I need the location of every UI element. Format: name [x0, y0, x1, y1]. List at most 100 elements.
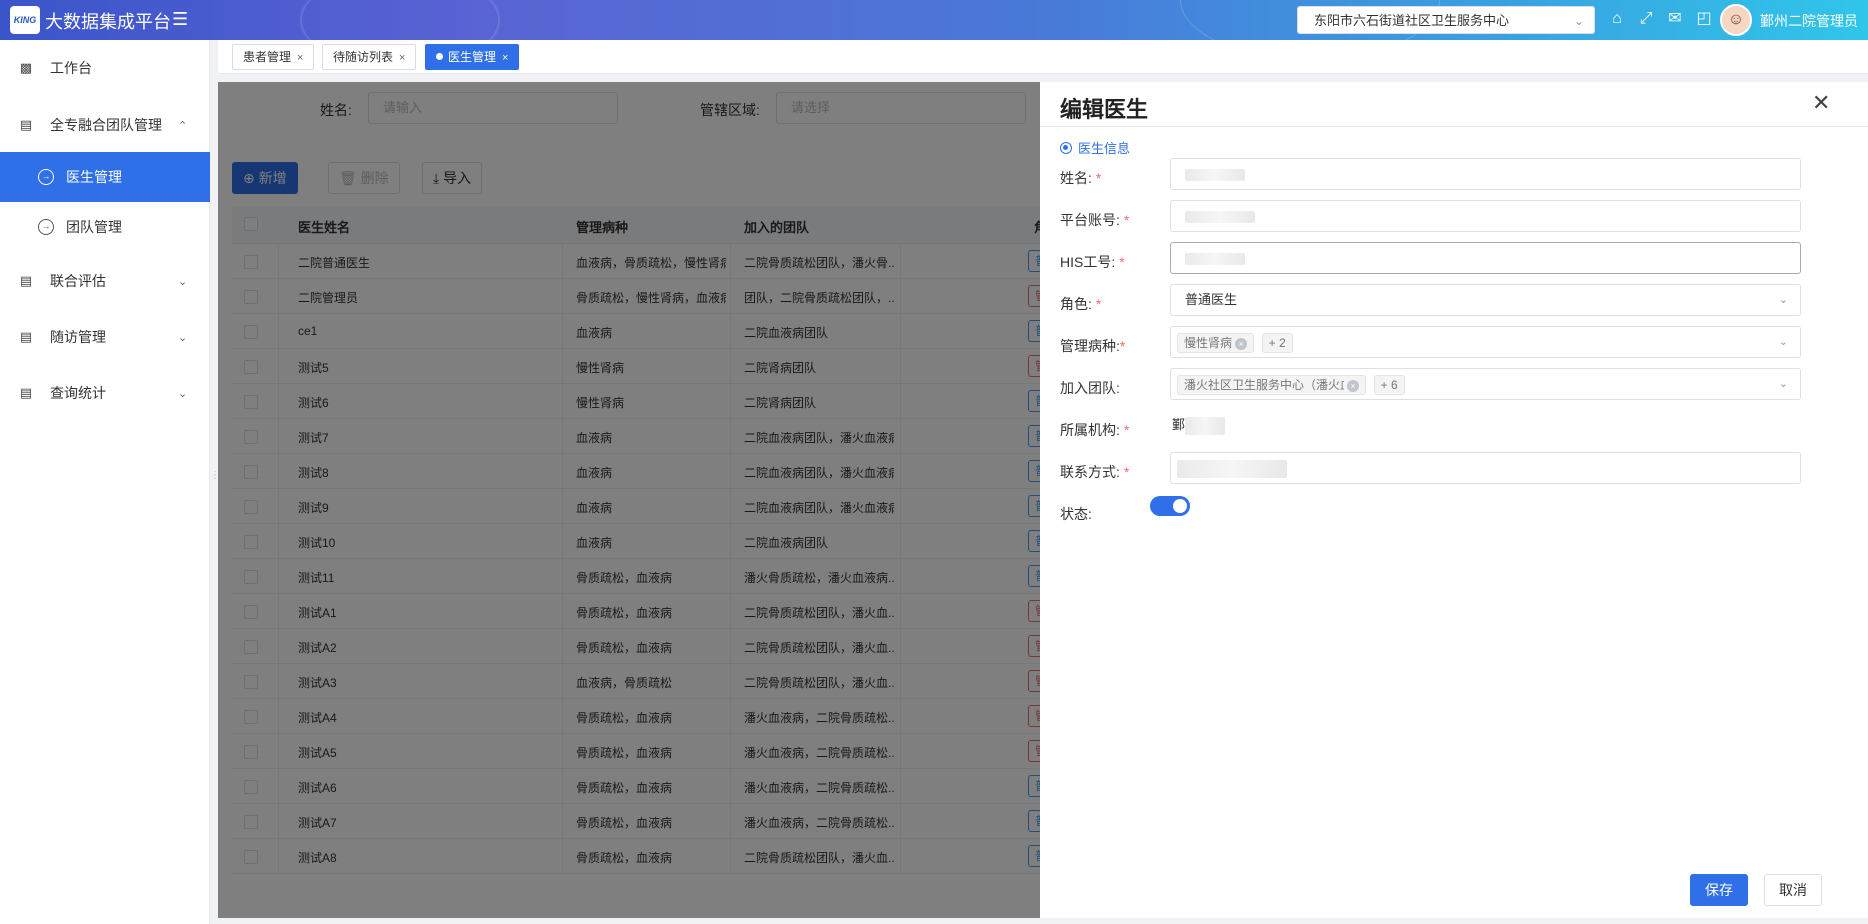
tab-label: 医生管理: [448, 50, 497, 64]
sidebar-item-label: 团队管理: [66, 219, 122, 235]
sidebar-resize-handle[interactable]: ⋮: [210, 470, 220, 494]
org-label-text: 所属机构:: [1060, 422, 1120, 438]
sidebar-item-label: 工作台: [50, 60, 92, 76]
org-label: 所属机构: *: [1060, 422, 1130, 438]
sidebar-item-workbench[interactable]: ▩ 工作台: [0, 43, 210, 93]
his-field[interactable]: [1170, 242, 1801, 274]
account-label-text: 平台账号:: [1060, 212, 1120, 228]
team-multiselect[interactable]: 潘火社区卫生服务中心（潘火血液病）× + 6 ⌄: [1170, 368, 1801, 400]
top-header: KING 大数据集成平台 ☰ 东阳市六石街道社区卫生服务中心 ⌄ ⌂ ⤢ ✉ ◰…: [0, 0, 1868, 40]
role-select[interactable]: 普通医生 ⌄: [1170, 284, 1801, 316]
tab-patient-mgmt[interactable]: 患者管理 ×: [232, 44, 315, 70]
name-label: 姓名: *: [1060, 170, 1102, 186]
role-label-text: 角色:: [1060, 296, 1092, 312]
org-select-value: 东阳市六石街道社区卫生服务中心: [1314, 13, 1510, 28]
more-tag: + 2: [1261, 332, 1293, 353]
redacted-value: [1185, 210, 1255, 223]
chevron-down-icon: ⌄: [178, 387, 188, 400]
theme-icon[interactable]: ◰: [1695, 8, 1713, 30]
avatar[interactable]: ☺: [1720, 4, 1752, 36]
list-icon: ▤: [19, 329, 33, 344]
org-select[interactable]: 东阳市六石街道社区卫生服务中心 ⌄: [1297, 6, 1595, 34]
disease-label: 管理病种:*: [1060, 338, 1126, 354]
close-icon[interactable]: ×: [502, 52, 508, 64]
account-field[interactable]: [1170, 200, 1801, 232]
tabs-bar: 患者管理 × 待随访列表 × 医生管理 ×: [218, 40, 1868, 74]
section-label: 医生信息: [1078, 141, 1131, 156]
app-logo: KING: [10, 6, 40, 34]
sidebar-item-label: 全专融合团队管理: [50, 117, 162, 133]
tag-close-icon[interactable]: ×: [1235, 337, 1248, 350]
drawer-title: 编辑医生: [1060, 97, 1149, 122]
list-icon: ▤: [19, 117, 33, 132]
close-icon[interactable]: ×: [297, 52, 303, 64]
status-label-text: 状态:: [1060, 506, 1092, 522]
edit-doctor-drawer: 编辑医生 ✕ 医生信息 姓名: * 平台账号: * HIS工号: * 角色: * 普通医…: [1040, 82, 1868, 918]
sidebar: ▩ 工作台 ▤ 全专融合团队管理 ⌃ → 医生管理 → 团队管理 ▤ 联合评估 …: [0, 40, 210, 924]
disease-label-text: 管理病种:: [1060, 338, 1120, 354]
team-label-text: 加入团队:: [1060, 380, 1120, 396]
disease-tag: 慢性肾病 ×: [1177, 332, 1255, 353]
cancel-button[interactable]: 取消: [1764, 874, 1822, 906]
org-value-text: 鄞: [1172, 417, 1186, 432]
disease-multiselect[interactable]: 慢性肾病 × + 2 ⌄: [1170, 326, 1801, 358]
sidebar-item-group-mgmt[interactable]: → 团队管理: [0, 202, 210, 252]
redacted-value: [1185, 168, 1245, 181]
list-icon: ▤: [19, 273, 33, 288]
chevron-down-icon: ⌄: [178, 331, 188, 344]
name-field[interactable]: [1170, 158, 1801, 190]
sidebar-item-doctor-mgmt[interactable]: → 医生管理: [0, 152, 210, 202]
sidebar-item-label: 联合评估: [50, 273, 106, 289]
redacted-value: [1177, 459, 1287, 478]
status-toggle[interactable]: [1150, 496, 1190, 516]
app-title: 大数据集成平台: [45, 12, 171, 32]
terminal-icon: ▩: [19, 60, 33, 75]
chevron-down-icon: ⌄: [178, 275, 188, 288]
chevron-down-icon: ⌄: [1778, 378, 1788, 390]
list-icon: ▤: [19, 385, 33, 400]
tab-followup-list[interactable]: 待随访列表 ×: [322, 44, 417, 70]
close-icon[interactable]: ✕: [1812, 92, 1830, 114]
sidebar-item-team-mgmt[interactable]: ▤ 全专融合团队管理 ⌃: [0, 100, 210, 150]
tag-label: 慢性肾病: [1184, 335, 1233, 350]
message-icon[interactable]: ✉: [1666, 8, 1684, 30]
status-label: 状态:: [1060, 504, 1092, 524]
sidebar-item-label: 查询统计: [50, 385, 106, 401]
tab-label: 待随访列表: [333, 50, 394, 64]
radio-icon: [1060, 142, 1072, 154]
sidebar-item-label: 随访管理: [50, 329, 106, 345]
role-select-value: 普通医生: [1185, 292, 1238, 307]
tab-doctor-mgmt[interactable]: 医生管理 ×: [425, 44, 520, 70]
chevron-down-icon: ⌄: [1573, 14, 1584, 28]
sidebar-item-followup[interactable]: ▤ 随访管理 ⌄: [0, 312, 210, 362]
account-label: 平台账号: *: [1060, 212, 1130, 228]
save-button[interactable]: 保存: [1690, 874, 1748, 906]
tab-label: 患者管理: [243, 50, 292, 64]
his-label-text: HIS工号:: [1060, 254, 1116, 270]
active-dot-icon: [436, 53, 443, 60]
menu-toggle-icon[interactable]: ☰: [172, 9, 196, 31]
sidebar-item-stats[interactable]: ▤ 查询统计 ⌄: [0, 368, 210, 418]
tag-close-icon[interactable]: ×: [1347, 379, 1359, 392]
contact-label: 联系方式: *: [1060, 464, 1130, 480]
home-icon[interactable]: ⌂: [1608, 8, 1626, 30]
arrow-circle-icon: →: [38, 219, 54, 235]
sidebar-item-joint-eval[interactable]: ▤ 联合评估 ⌄: [0, 256, 210, 306]
close-icon[interactable]: ×: [399, 52, 405, 64]
header-decoration: [300, 0, 500, 40]
name-label-text: 姓名:: [1060, 170, 1092, 186]
org-value: 鄞: [1172, 414, 1226, 435]
section-doctor-info: 医生信息: [1060, 138, 1130, 157]
chevron-down-icon: ⌄: [1778, 336, 1788, 348]
sidebar-item-label: 医生管理: [66, 169, 122, 185]
contact-field[interactable]: [1170, 452, 1801, 484]
chevron-up-icon: ⌃: [178, 119, 188, 132]
team-tag: 潘火社区卫生服务中心（潘火血液病）×: [1177, 374, 1366, 395]
redacted-value: [1185, 416, 1226, 435]
team-label: 加入团队:: [1060, 378, 1120, 398]
divider: [1040, 126, 1868, 127]
contact-label-text: 联系方式:: [1060, 464, 1120, 480]
username[interactable]: 鄞州二院管理员: [1760, 11, 1858, 31]
fullscreen-icon[interactable]: ⤢: [1637, 8, 1655, 30]
arrow-circle-icon: →: [38, 169, 54, 185]
